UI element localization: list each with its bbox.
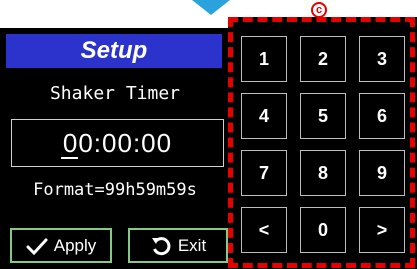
key-3[interactable]: 3 [359, 36, 405, 82]
timer-input[interactable]: 00:00:00 [11, 119, 224, 167]
format-hint: Format=99h59m59s [33, 180, 197, 200]
pointer-arrow-icon [192, 0, 230, 15]
key-5[interactable]: 5 [300, 93, 346, 139]
page-title: Setup [6, 34, 222, 68]
setup-panel: Setup Shaker Timer 00:00:00 Format=99h59… [0, 28, 230, 269]
apply-label: Apply [53, 235, 97, 255]
exit-label: Exit [177, 235, 207, 255]
cursor-caret [61, 157, 78, 159]
exit-button[interactable]: Exit [128, 228, 228, 263]
key-2[interactable]: 2 [300, 36, 346, 82]
numeric-keypad: 1 2 3 4 5 6 7 8 9 < 0 > [228, 17, 417, 269]
key-4[interactable]: 4 [241, 93, 287, 139]
apply-button[interactable]: Apply [10, 228, 112, 263]
key-backspace[interactable]: < [241, 207, 287, 253]
key-0[interactable]: 0 [300, 207, 346, 253]
key-7[interactable]: 7 [241, 150, 287, 196]
key-9[interactable]: 9 [359, 150, 405, 196]
timer-subtitle: Shaker Timer [49, 83, 181, 104]
key-6[interactable]: 6 [359, 93, 405, 139]
undo-arrow-icon [150, 235, 172, 257]
key-forward[interactable]: > [359, 207, 405, 253]
key-8[interactable]: 8 [300, 150, 346, 196]
timer-value: 00:00:00 [62, 127, 173, 158]
key-1[interactable]: 1 [241, 36, 287, 82]
annotation-badge: c [311, 2, 327, 18]
checkmark-icon [26, 237, 48, 255]
